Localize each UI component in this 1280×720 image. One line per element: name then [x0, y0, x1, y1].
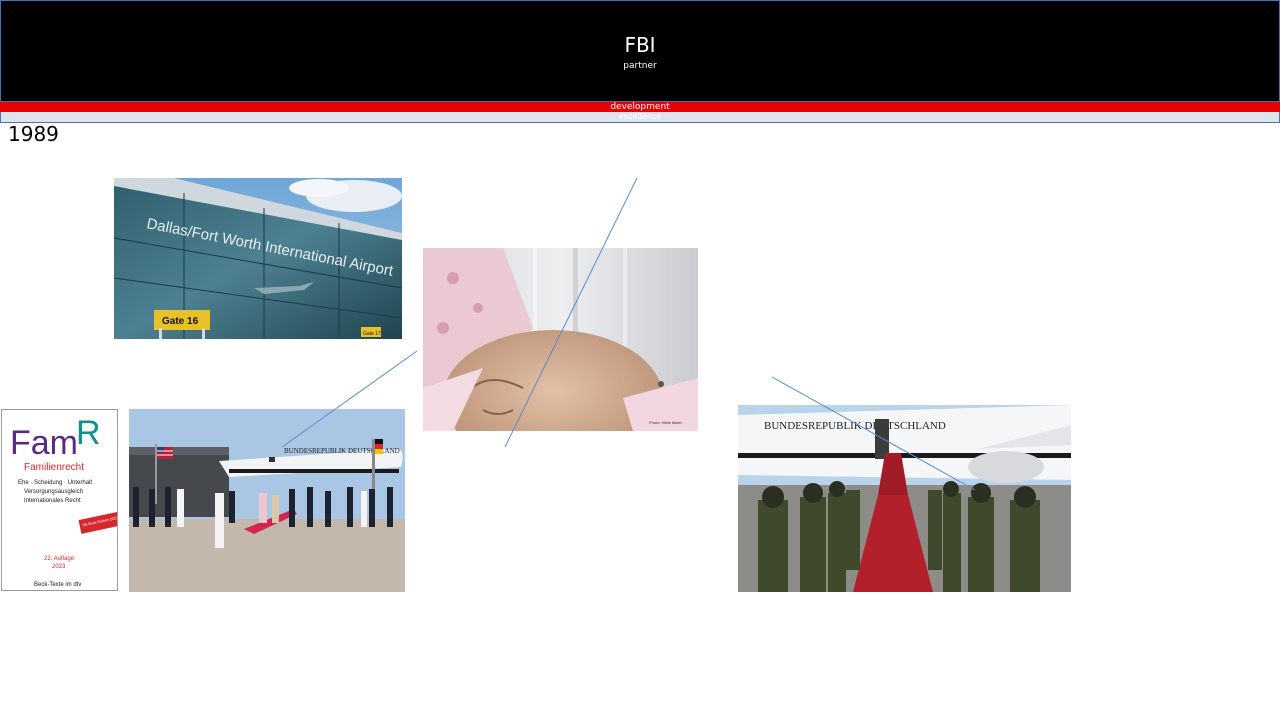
header-banner: FBI partner: [0, 0, 1280, 102]
book-cover-illustration: Fam R Familienrecht Ehe · Scheidung · Un…: [2, 410, 117, 590]
page-title: FBI: [624, 33, 656, 57]
state-visit-photo-1: BUNDESREPUBLIK DEUTSCHLAND: [129, 409, 405, 592]
book-subtitle-3: Internationales Recht: [24, 498, 81, 504]
book-subtitle-2: Versorgungsausgleich: [24, 489, 83, 495]
year-label: 1989: [8, 122, 59, 146]
airport-photo: Dallas/Fort Worth International Airport …: [114, 178, 402, 339]
page-subtitle: partner: [623, 61, 657, 71]
baby-photo-credit: Photo: Hilde Maier: [649, 420, 683, 425]
airport-illustration: Dallas/Fort Worth International Airport …: [114, 178, 402, 339]
gate-17-label: Gate 17: [363, 331, 381, 337]
book-logo-fam: Fam: [10, 424, 78, 462]
red-bar: development: [0, 102, 1280, 112]
state-visit-1-illustration: BUNDESREPUBLIK DEUTSCHLAND: [129, 409, 405, 592]
gate-16-label: Gate 16: [162, 316, 199, 327]
book-subtitle-1: Ehe · Scheidung · Unterhalt: [18, 480, 92, 486]
state-visit-photo-2: BUNDESREPUBLIK DEUTSCHLAND: [738, 405, 1071, 592]
baby-photo: Photo: Hilde Maier: [423, 248, 698, 431]
plane-2-livery: BUNDESREPUBLIK DEUTSCHLAND: [764, 420, 946, 432]
book-publisher: Beck-Texte im dtv: [34, 582, 81, 588]
grey-bar: excellence: [0, 112, 1280, 123]
book-year: 2023: [52, 564, 66, 570]
familienrecht-book-cover: Fam R Familienrecht Ehe · Scheidung · Un…: [1, 409, 118, 591]
baby-illustration: Photo: Hilde Maier: [423, 248, 698, 431]
book-title: Familienrecht: [24, 462, 84, 473]
book-edition: 22. Auflage: [44, 556, 75, 562]
state-visit-2-illustration: BUNDESREPUBLIK DEUTSCHLAND: [738, 405, 1071, 592]
book-logo-r: R: [76, 414, 101, 452]
